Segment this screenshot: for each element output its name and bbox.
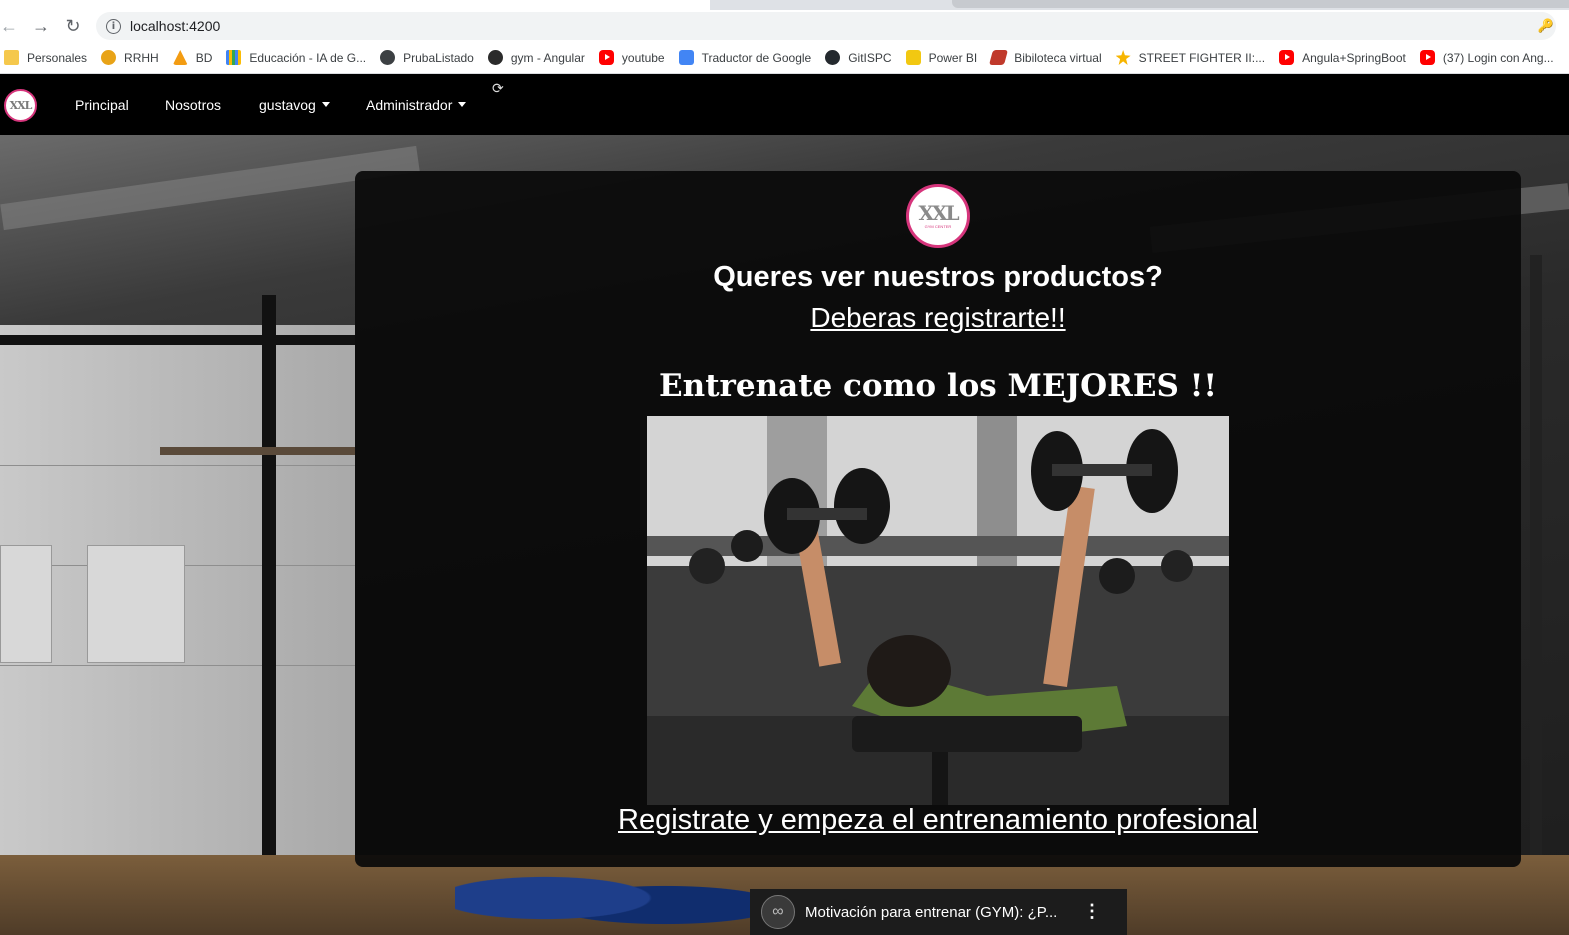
bookmark-login-angular[interactable]: (37) Login con Ang...: [1419, 50, 1554, 65]
rrhh-icon: [101, 50, 117, 65]
video-title[interactable]: Motivación para entrenar (GYM): ¿P...: [805, 904, 1057, 921]
youtube-icon: [1419, 50, 1435, 65]
address-bar[interactable]: i localhost:4200 🔑: [96, 12, 1556, 40]
rack-post: [1530, 255, 1542, 935]
register-link[interactable]: Deberas registrarte!!: [355, 302, 1521, 334]
bookmark-educacion[interactable]: Educación - IA de G...: [226, 50, 366, 65]
bookmark-prubalistado[interactable]: PrubaListado: [380, 50, 474, 65]
channel-avatar-icon[interactable]: ∞: [761, 895, 795, 929]
powerbi-icon: [905, 50, 921, 65]
youtube-icon: [598, 50, 614, 65]
bookmark-personales[interactable]: Personales: [4, 50, 87, 65]
brand-logo[interactable]: XXL: [4, 89, 37, 122]
folder-icon: [4, 50, 19, 65]
browser-toolbar: ← → ↻ i localhost:4200 🔑: [0, 10, 1569, 42]
bd-icon: [172, 50, 188, 65]
products-question: Queres ver nuestros productos?: [713, 261, 1163, 293]
bookmark-angula-springboot[interactable]: Angula+SpringBoot: [1279, 50, 1406, 65]
bookmark-rrhh[interactable]: RRHH: [101, 50, 159, 65]
sync-icon: ⟳: [492, 80, 504, 96]
library-icon: [989, 50, 1009, 65]
url-text[interactable]: localhost:4200: [130, 18, 220, 34]
translate-icon: [678, 50, 694, 65]
main-navbar: XXL Principal Nosotros gustavog Administ…: [0, 76, 1569, 135]
bookmark-youtube[interactable]: youtube: [598, 50, 665, 65]
bookmarks-bar: Personales RRHH BD Educación - IA de G..…: [0, 42, 1569, 74]
bookmark-bd[interactable]: BD: [172, 50, 212, 65]
star-icon: [1115, 50, 1131, 65]
back-arrow-icon[interactable]: ←: [0, 14, 22, 38]
bookmark-street-fighter[interactable]: STREET FIGHTER II:...: [1115, 50, 1265, 65]
caret-down-icon: [458, 102, 467, 107]
bookmark-biblioteca[interactable]: Bibiloteca virtual: [989, 50, 1102, 65]
education-icon: [226, 50, 242, 65]
headline: Entrenate como los MEJORES !!: [659, 368, 1217, 404]
active-tab[interactable]: [0, 0, 710, 10]
browser-tabstrip: [0, 0, 1569, 10]
promo-card: XXL GYM CENTER Queres ver nuestros produ…: [355, 171, 1521, 867]
info-icon[interactable]: i: [106, 18, 121, 34]
rack-post: [0, 335, 355, 345]
youtube-icon: [1279, 50, 1295, 65]
bookmark-gitispc[interactable]: GitISPC: [825, 50, 892, 65]
nav-dropdown-admin[interactable]: Administrador: [366, 97, 467, 113]
bookmark-powerbi[interactable]: Power BI: [905, 50, 977, 65]
angular-icon: [487, 50, 503, 65]
weight-plates: [455, 870, 755, 935]
wall-poster: [87, 545, 185, 663]
forward-arrow-icon[interactable]: →: [28, 14, 54, 38]
card-logo: XXL GYM CENTER: [906, 184, 970, 248]
dumbbell-press-illustration: [647, 416, 1229, 805]
nav-link-principal[interactable]: Principal: [75, 97, 129, 113]
wall-line: [0, 465, 355, 466]
reload-icon[interactable]: ↻: [60, 14, 86, 38]
wall-line: [0, 665, 355, 666]
key-icon[interactable]: 🔑: [1538, 18, 1554, 34]
nav-dropdown-user[interactable]: gustavog: [259, 97, 330, 113]
workout-photo: [647, 416, 1229, 805]
github-icon: [825, 50, 841, 65]
video-preview-bar[interactable]: ∞ Motivación para entrenar (GYM): ¿P... …: [750, 889, 1127, 935]
nav-link-nosotros[interactable]: Nosotros: [165, 97, 221, 113]
bookmark-traductor[interactable]: Traductor de Google: [678, 50, 811, 65]
rack-post: [160, 447, 355, 455]
caret-down-icon: [321, 102, 330, 107]
start-training-link[interactable]: Registrate y empeza el entrenamiento pro…: [355, 804, 1521, 837]
more-options-icon[interactable]: ⋮: [1083, 901, 1101, 922]
bookmark-gym-angular[interactable]: gym - Angular: [487, 50, 585, 65]
wall-poster: [0, 545, 52, 663]
rack-post: [262, 295, 276, 935]
globe-icon: [380, 50, 396, 65]
inactive-tab[interactable]: [952, 0, 1569, 8]
